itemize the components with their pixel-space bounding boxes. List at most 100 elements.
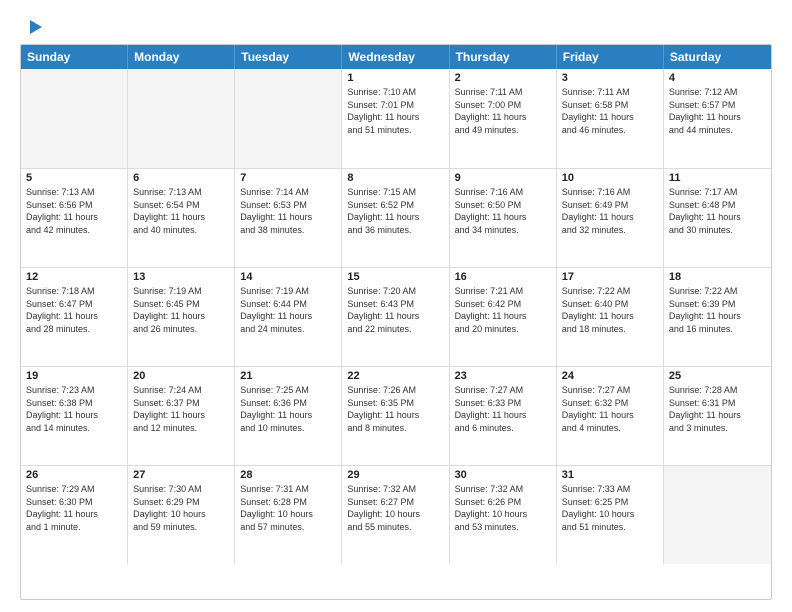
calendar-row-4: 19Sunrise: 7:23 AM Sunset: 6:38 PM Dayli…: [21, 366, 771, 465]
calendar-day-21: 21 Sunrise: 7:25 AM Sunset: 6:36 PM Dayli…: [235, 367, 342, 465]
day-number: 20: [133, 370, 229, 382]
calendar-day-19: 19Sunrise: 7:23 AM Sunset: 6:38 PM Dayli…: [21, 367, 128, 465]
calendar-day-5: 5 Sunrise: 7:13 AM Sunset: 6:56 PM Daylig…: [21, 169, 128, 267]
day-number: 7: [240, 172, 336, 184]
day-info: Sunrise: 7:30 AM Sunset: 6:29 PM Dayligh…: [133, 483, 229, 533]
weekday-header-tuesday: Tuesday: [235, 45, 342, 69]
day-number: 11: [669, 172, 766, 184]
day-number: 17: [562, 271, 658, 283]
day-info: Sunrise: 7:20 AM Sunset: 6:43 PM Dayligh…: [347, 285, 443, 335]
day-number: 24: [562, 370, 658, 382]
day-info: Sunrise: 7:14 AM Sunset: 6:53 PM Dayligh…: [240, 186, 336, 236]
day-number: 22: [347, 370, 443, 382]
weekday-header-sunday: Sunday: [21, 45, 128, 69]
calendar-day-12: 12 Sunrise: 7:18 AM Sunset: 6:47 PM Dayli…: [21, 268, 128, 366]
day-number: 16: [455, 271, 551, 283]
calendar-day-25: 25 Sunrise: 7:28 AM Sunset: 6:31 PM Dayli…: [664, 367, 771, 465]
day-number: 25: [669, 370, 766, 382]
calendar-day-10: 10 Sunrise: 7:16 AM Sunset: 6:49 PM Dayli…: [557, 169, 664, 267]
calendar-row-2: 5 Sunrise: 7:13 AM Sunset: 6:56 PM Daylig…: [21, 168, 771, 267]
calendar-row-1: 1 Sunrise: 7:10 AM Sunset: 7:01 PM Daylig…: [21, 69, 771, 168]
calendar-day-1: 1 Sunrise: 7:10 AM Sunset: 7:01 PM Daylig…: [342, 69, 449, 168]
day-number: 29: [347, 469, 443, 481]
day-info: Sunrise: 7:33 AM Sunset: 6:25 PM Dayligh…: [562, 483, 658, 533]
calendar-day-15: 15Sunrise: 7:20 AM Sunset: 6:43 PM Dayli…: [342, 268, 449, 366]
day-info: Sunrise: 7:29 AM Sunset: 6:30 PM Dayligh…: [26, 483, 122, 533]
day-info: Sunrise: 7:15 AM Sunset: 6:52 PM Dayligh…: [347, 186, 443, 236]
day-info: Sunrise: 7:31 AM Sunset: 6:28 PM Dayligh…: [240, 483, 336, 533]
day-info: Sunrise: 7:27 AM Sunset: 6:32 PM Dayligh…: [562, 384, 658, 434]
day-info: Sunrise: 7:25 AM Sunset: 6:36 PM Dayligh…: [240, 384, 336, 434]
calendar: SundayMondayTuesdayWednesdayThursdayFrid…: [20, 44, 772, 600]
calendar-day-3: 3Sunrise: 7:11 AM Sunset: 6:58 PM Daylig…: [557, 69, 664, 168]
calendar-day-28: 28 Sunrise: 7:31 AM Sunset: 6:28 PM Dayli…: [235, 466, 342, 564]
day-info: Sunrise: 7:13 AM Sunset: 6:56 PM Dayligh…: [26, 186, 122, 236]
logo-icon: [22, 16, 44, 38]
day-info: Sunrise: 7:27 AM Sunset: 6:33 PM Dayligh…: [455, 384, 551, 434]
day-info: Sunrise: 7:24 AM Sunset: 6:37 PM Dayligh…: [133, 384, 229, 434]
day-info: Sunrise: 7:32 AM Sunset: 6:26 PM Dayligh…: [455, 483, 551, 533]
calendar-day-27: 27 Sunrise: 7:30 AM Sunset: 6:29 PM Dayli…: [128, 466, 235, 564]
day-number: 27: [133, 469, 229, 481]
day-info: Sunrise: 7:13 AM Sunset: 6:54 PM Dayligh…: [133, 186, 229, 236]
calendar-day-6: 6Sunrise: 7:13 AM Sunset: 6:54 PM Daylig…: [128, 169, 235, 267]
day-info: Sunrise: 7:28 AM Sunset: 6:31 PM Dayligh…: [669, 384, 766, 434]
day-number: 10: [562, 172, 658, 184]
day-number: 12: [26, 271, 122, 283]
calendar-day-13: 13 Sunrise: 7:19 AM Sunset: 6:45 PM Dayli…: [128, 268, 235, 366]
day-number: 21: [240, 370, 336, 382]
calendar-empty-cell: [21, 69, 128, 168]
day-number: 4: [669, 72, 766, 84]
weekday-header-wednesday: Wednesday: [342, 45, 449, 69]
day-number: 30: [455, 469, 551, 481]
calendar-day-29: 29 Sunrise: 7:32 AM Sunset: 6:27 PM Dayli…: [342, 466, 449, 564]
day-info: Sunrise: 7:10 AM Sunset: 7:01 PM Dayligh…: [347, 86, 443, 136]
calendar-day-7: 7 Sunrise: 7:14 AM Sunset: 6:53 PM Daylig…: [235, 169, 342, 267]
day-number: 18: [669, 271, 766, 283]
calendar-day-16: 16 Sunrise: 7:21 AM Sunset: 6:42 PM Dayli…: [450, 268, 557, 366]
day-info: Sunrise: 7:16 AM Sunset: 6:49 PM Dayligh…: [562, 186, 658, 236]
day-number: 3: [562, 72, 658, 84]
day-info: Sunrise: 7:26 AM Sunset: 6:35 PM Dayligh…: [347, 384, 443, 434]
day-info: Sunrise: 7:17 AM Sunset: 6:48 PM Dayligh…: [669, 186, 766, 236]
calendar-row-3: 12 Sunrise: 7:18 AM Sunset: 6:47 PM Dayli…: [21, 267, 771, 366]
calendar-header: SundayMondayTuesdayWednesdayThursdayFrid…: [21, 45, 771, 69]
day-number: 14: [240, 271, 336, 283]
calendar-day-11: 11 Sunrise: 7:17 AM Sunset: 6:48 PM Dayli…: [664, 169, 771, 267]
day-info: Sunrise: 7:12 AM Sunset: 6:57 PM Dayligh…: [669, 86, 766, 136]
day-info: Sunrise: 7:22 AM Sunset: 6:40 PM Dayligh…: [562, 285, 658, 335]
calendar-empty-cell: [664, 466, 771, 564]
page: SundayMondayTuesdayWednesdayThursdayFrid…: [0, 0, 792, 612]
calendar-day-26: 26 Sunrise: 7:29 AM Sunset: 6:30 PM Dayli…: [21, 466, 128, 564]
day-info: Sunrise: 7:11 AM Sunset: 7:00 PM Dayligh…: [455, 86, 551, 136]
day-info: Sunrise: 7:22 AM Sunset: 6:39 PM Dayligh…: [669, 285, 766, 335]
calendar-day-31: 31Sunrise: 7:33 AM Sunset: 6:25 PM Dayli…: [557, 466, 664, 564]
day-number: 23: [455, 370, 551, 382]
calendar-body: 1 Sunrise: 7:10 AM Sunset: 7:01 PM Daylig…: [21, 69, 771, 564]
header: [20, 16, 772, 34]
day-number: 5: [26, 172, 122, 184]
calendar-day-22: 22 Sunrise: 7:26 AM Sunset: 6:35 PM Dayli…: [342, 367, 449, 465]
weekday-header-friday: Friday: [557, 45, 664, 69]
day-info: Sunrise: 7:18 AM Sunset: 6:47 PM Dayligh…: [26, 285, 122, 335]
calendar-empty-cell: [128, 69, 235, 168]
calendar-day-23: 23 Sunrise: 7:27 AM Sunset: 6:33 PM Dayli…: [450, 367, 557, 465]
day-number: 9: [455, 172, 551, 184]
day-number: 2: [455, 72, 551, 84]
weekday-header-monday: Monday: [128, 45, 235, 69]
day-info: Sunrise: 7:19 AM Sunset: 6:45 PM Dayligh…: [133, 285, 229, 335]
logo: [20, 16, 44, 34]
calendar-day-9: 9 Sunrise: 7:16 AM Sunset: 6:50 PM Daylig…: [450, 169, 557, 267]
calendar-day-20: 20 Sunrise: 7:24 AM Sunset: 6:37 PM Dayli…: [128, 367, 235, 465]
day-info: Sunrise: 7:16 AM Sunset: 6:50 PM Dayligh…: [455, 186, 551, 236]
day-number: 13: [133, 271, 229, 283]
day-number: 28: [240, 469, 336, 481]
calendar-day-14: 14Sunrise: 7:19 AM Sunset: 6:44 PM Dayli…: [235, 268, 342, 366]
day-info: Sunrise: 7:21 AM Sunset: 6:42 PM Dayligh…: [455, 285, 551, 335]
day-number: 8: [347, 172, 443, 184]
day-number: 19: [26, 370, 122, 382]
logo-text: [20, 16, 44, 38]
day-number: 1: [347, 72, 443, 84]
day-info: Sunrise: 7:32 AM Sunset: 6:27 PM Dayligh…: [347, 483, 443, 533]
day-number: 26: [26, 469, 122, 481]
